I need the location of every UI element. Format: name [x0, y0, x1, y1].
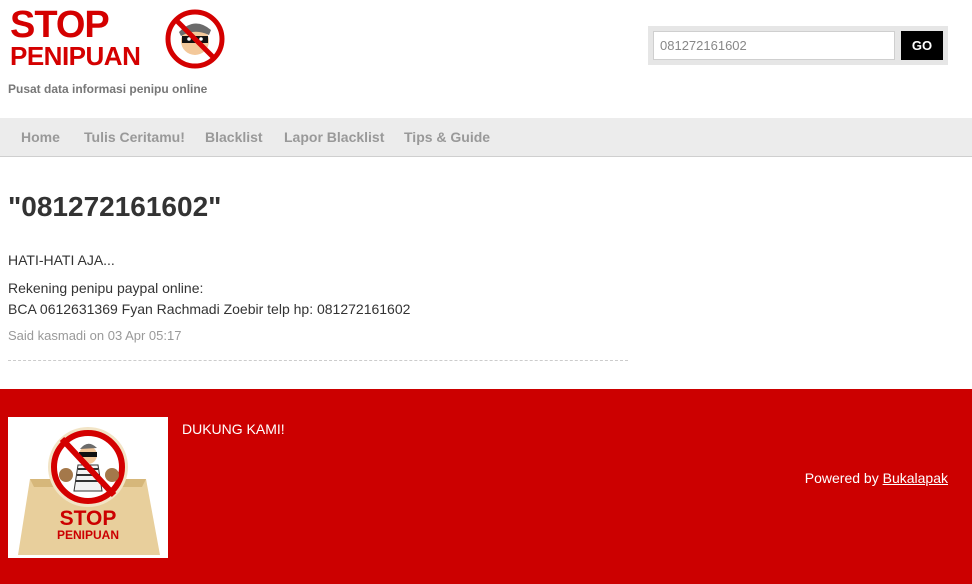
nav-item-blacklist[interactable]: Blacklist	[205, 118, 263, 157]
logo-text-stop: STOP	[10, 4, 110, 46]
post-text-line: BCA 0612631369 Fyan Rachmadi Zoebir telp…	[8, 301, 411, 317]
nav-item-tips-guide[interactable]: Tips & Guide	[404, 118, 490, 157]
post-separator	[8, 360, 628, 361]
post-text-line: HATI-HATI AJA...	[8, 252, 115, 268]
nav-item-tulis-ceritamu[interactable]: Tulis Ceritamu!	[84, 118, 185, 157]
bukalapak-link[interactable]: Bukalapak	[883, 470, 948, 486]
page-title: "081272161602"	[8, 191, 222, 222]
post-text-line: Rekening penipu paypal online:	[8, 280, 204, 296]
site-header: STOP PENIPUAN Pusat data informasi penip…	[0, 0, 972, 118]
search-go-button[interactable]: GO	[901, 31, 943, 60]
site-footer: STOP PENIPUAN DUKUNG KAMI! Powered by Bu…	[0, 389, 972, 584]
badge-text-penipuan: PENIPUAN	[57, 528, 119, 542]
powered-by-text: Powered by	[804, 470, 883, 486]
main-nav: Home Tulis Ceritamu! Blacklist Lapor Bla…	[0, 118, 972, 157]
badge-text-stop: STOP	[60, 507, 117, 530]
search-box: GO	[648, 26, 948, 65]
site-logo[interactable]: STOP PENIPUAN	[8, 6, 228, 74]
nav-item-lapor-blacklist[interactable]: Lapor Blacklist	[284, 118, 384, 157]
stop-penipuan-badge[interactable]: STOP PENIPUAN	[8, 417, 168, 558]
footer-heading: DUKUNG KAMI!	[182, 421, 285, 437]
stop-penipuan-badge-graphic: STOP PENIPUAN	[8, 417, 168, 558]
site-tagline: Pusat data informasi penipu online	[8, 82, 208, 96]
search-input[interactable]	[653, 31, 895, 60]
post-meta: Said kasmadi on 03 Apr 05:17	[8, 328, 182, 343]
nav-item-home[interactable]: Home	[21, 118, 60, 157]
thief-prohibited-icon	[165, 9, 225, 69]
logo-text-penipuan: PENIPUAN	[10, 41, 141, 71]
powered-by: Powered by Bukalapak	[805, 470, 948, 486]
